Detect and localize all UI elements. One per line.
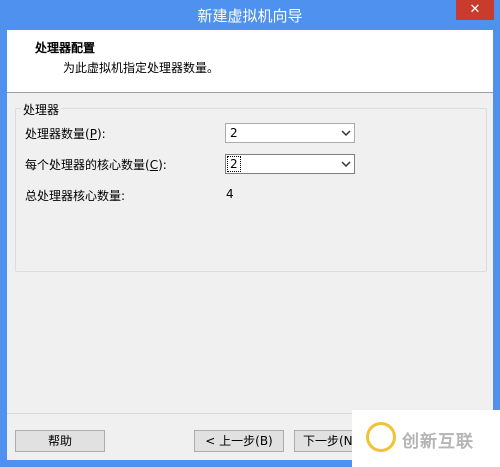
page-title: 处理器配置: [35, 41, 96, 55]
processor-group-label: 处理器: [21, 101, 62, 118]
close-icon: ✕: [469, 2, 481, 17]
title-bar[interactable]: 新建虚拟机向导 ✕: [0, 0, 500, 30]
watermark-text: 创新互联: [402, 432, 474, 452]
chevron-down-icon: [341, 161, 351, 168]
page-subtitle: 为此虚拟机指定处理器数量。: [63, 61, 220, 75]
total-cores-label: 总处理器核心数量:: [25, 189, 126, 203]
window-title: 新建虚拟机向导: [197, 7, 303, 25]
processor-count-select[interactable]: 2: [225, 123, 355, 143]
back-button[interactable]: < 上一步(B): [194, 430, 284, 452]
total-cores-value: 4: [226, 187, 234, 201]
wizard-body: 处理器配置 为此虚拟机指定处理器数量。 处理器 处理器数量(P): 2 每个处理…: [7, 30, 493, 460]
processor-count-value: 2: [230, 126, 238, 140]
cores-per-processor-label: 每个处理器的核心数量(C):: [25, 158, 167, 172]
processor-count-label: 处理器数量(P):: [25, 127, 106, 141]
close-button[interactable]: ✕: [456, 0, 494, 20]
watermark: 创新互联: [352, 410, 500, 467]
wizard-window: 新建虚拟机向导 ✕ 处理器配置 为此虚拟机指定处理器数量。 处理器 处理器数量(…: [0, 0, 500, 467]
chevron-down-icon: [341, 130, 351, 137]
wizard-header: 处理器配置 为此虚拟机指定处理器数量。: [7, 30, 493, 93]
help-button[interactable]: 帮助: [15, 430, 105, 452]
watermark-logo-icon: [366, 422, 396, 452]
cores-per-processor-select[interactable]: 2: [225, 154, 355, 174]
cores-per-processor-value: 2: [227, 156, 241, 172]
